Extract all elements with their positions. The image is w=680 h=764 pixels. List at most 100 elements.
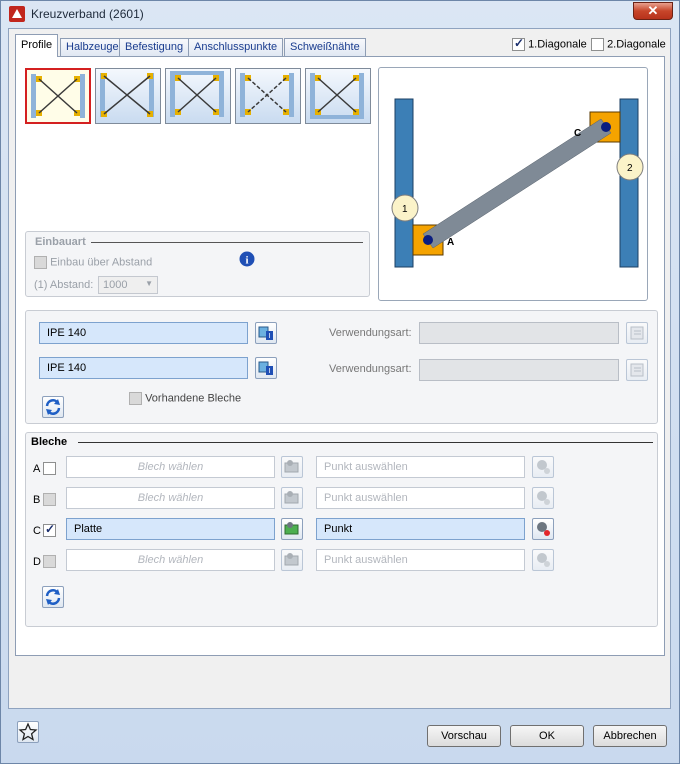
plate-row-b-plate-button [281, 487, 303, 509]
preview-label-2: 2 [627, 163, 633, 174]
diagonal-1-checkbox[interactable] [512, 36, 525, 51]
plate-row-c-letter: C [33, 525, 41, 537]
close-button[interactable]: ✕ [633, 2, 673, 20]
plate-row-c-point-field[interactable]: Punkt [316, 518, 525, 540]
variant-3-icon [170, 71, 224, 117]
plate-row-d-plate-button [281, 549, 303, 571]
variant-1-button[interactable] [25, 68, 91, 124]
plate-row-d-plate-field: Blech wählen [66, 549, 275, 571]
profile-1-usage-button [626, 322, 648, 344]
plate-picker-icon [284, 491, 299, 504]
info-icon[interactable]: i [239, 251, 255, 267]
profile-picker-icon: I [258, 326, 273, 340]
plate-row-c-checkbox[interactable] [43, 522, 56, 537]
variant-2-button[interactable] [95, 68, 161, 124]
tab-befestigung[interactable]: Befestigung [119, 38, 190, 57]
tab-schweissnaehte[interactable]: Schweißnähte [284, 38, 366, 57]
diagonal-2-label: 2.Diagonale [607, 38, 666, 51]
star-icon [18, 722, 38, 741]
profile-2-field[interactable]: IPE 140 [39, 357, 248, 379]
favorites-button[interactable] [17, 721, 39, 743]
variant-2-icon [100, 73, 154, 117]
plate-row-b-point-button [532, 487, 554, 509]
title-bar: Kreuzverband (2601) ✕ [1, 1, 679, 27]
point-picker-icon [537, 460, 550, 474]
einbauart-group: Einbauart Einbau über Abstand (1) Abstan… [25, 231, 370, 297]
existing-plates-toggle[interactable]: Vorhandene Bleche [129, 392, 241, 405]
bleche-refresh-button[interactable] [42, 586, 64, 608]
profile-1-select-button[interactable]: I [255, 322, 277, 344]
plate-row-d-point-button [532, 549, 554, 571]
profile-2-select-button[interactable]: I [255, 357, 277, 379]
plate-row-b-plate-field: Blech wählen [66, 487, 275, 509]
plate-row-b-letter: B [33, 494, 41, 506]
einbau-abstand-toggle[interactable]: Einbau über Abstand [34, 256, 152, 269]
profile-1-usage-field [419, 322, 619, 344]
abstand-value: 1000 [103, 279, 128, 291]
plate-picker-icon [284, 522, 299, 535]
svg-text:i: i [245, 255, 248, 267]
variant-1-icon [31, 74, 85, 118]
diagonal-2-toggle[interactable]: 2.Diagonale [591, 38, 666, 51]
einbau-abstand-checkbox[interactable] [34, 256, 47, 269]
plate-row-a-plate-field: Blech wählen [66, 456, 275, 478]
plate-row-c-plate-field[interactable]: Platte [66, 518, 275, 540]
preview-label-1: 1 [402, 204, 408, 215]
refresh-icon [45, 399, 61, 415]
diagonal-1-toggle[interactable]: 1.Diagonale [512, 36, 587, 51]
existing-plates-label: Vorhandene Bleche [145, 392, 242, 405]
dialog-window: Kreuzverband (2601) ✕ Profile Halbzeuge … [0, 0, 680, 764]
plate-row-c-point-button[interactable] [532, 518, 554, 540]
variant-4-icon [240, 73, 294, 117]
variant-4-button[interactable] [235, 68, 301, 124]
list-icon [630, 363, 644, 377]
bleche-divider [78, 442, 653, 443]
window-title: Kreuzverband (2601) [31, 7, 144, 21]
plate-row-a-plate-button [281, 456, 303, 478]
plate-row-a-point-button [532, 456, 554, 478]
list-icon [630, 326, 644, 340]
profile-2-usage-button [626, 359, 648, 381]
dialog-client: Profile Halbzeuge Befestigung Anschlussp… [8, 28, 671, 709]
refresh-icon [45, 589, 61, 605]
svg-text:I: I [269, 368, 271, 375]
variant-3-button[interactable] [165, 68, 231, 124]
variant-5-button[interactable] [305, 68, 371, 124]
abstand-select[interactable]: 1000 ▼ [98, 276, 158, 294]
profile-picker-icon: I [258, 361, 273, 375]
plate-picker-icon [284, 460, 299, 473]
plate-row-b-point-field: Punkt auswählen [316, 487, 525, 509]
chevron-down-icon: ▼ [145, 279, 153, 288]
einbauart-divider [91, 242, 363, 243]
profile-2-usage-field [419, 359, 619, 381]
preview-label-c: C [574, 128, 581, 139]
existing-plates-checkbox[interactable] [129, 392, 142, 405]
ok-button[interactable]: OK [510, 725, 584, 747]
plate-row-d-checkbox [43, 555, 56, 568]
profile-1-usage-label: Verwendungsart: [329, 327, 412, 339]
preview-button[interactable]: Vorschau [427, 725, 501, 747]
profile-1-field[interactable]: IPE 140 [39, 322, 248, 344]
einbau-abstand-label: Einbau über Abstand [50, 256, 153, 269]
svg-text:I: I [269, 333, 271, 340]
abstand-label: (1) Abstand: [34, 279, 94, 291]
plate-row-c-plate-button[interactable] [281, 518, 303, 540]
app-icon [9, 6, 25, 22]
point-picker-icon [537, 522, 550, 536]
plate-row-b-checkbox [43, 493, 56, 506]
tab-halbzeuge[interactable]: Halbzeuge [60, 38, 125, 57]
tab-anschlusspunkte[interactable]: Anschlusspunkte [188, 38, 284, 57]
profiles-refresh-button[interactable] [42, 396, 64, 418]
plate-row-d-letter: D [33, 556, 41, 568]
cancel-button[interactable]: Abbrechen [593, 725, 667, 747]
preview-label-a: A [447, 237, 454, 248]
einbauart-title: Einbauart [32, 236, 89, 248]
plate-row-a-letter: A [33, 463, 41, 475]
variant-5-icon [310, 73, 364, 119]
preview-drawing: C A 1 2 [391, 98, 644, 268]
tab-profile[interactable]: Profile [15, 34, 59, 57]
plate-row-a-point-field: Punkt auswählen [316, 456, 525, 478]
diagonal-2-checkbox[interactable] [591, 38, 604, 51]
plate-picker-icon [284, 553, 299, 566]
plate-row-a-checkbox[interactable] [43, 462, 56, 475]
